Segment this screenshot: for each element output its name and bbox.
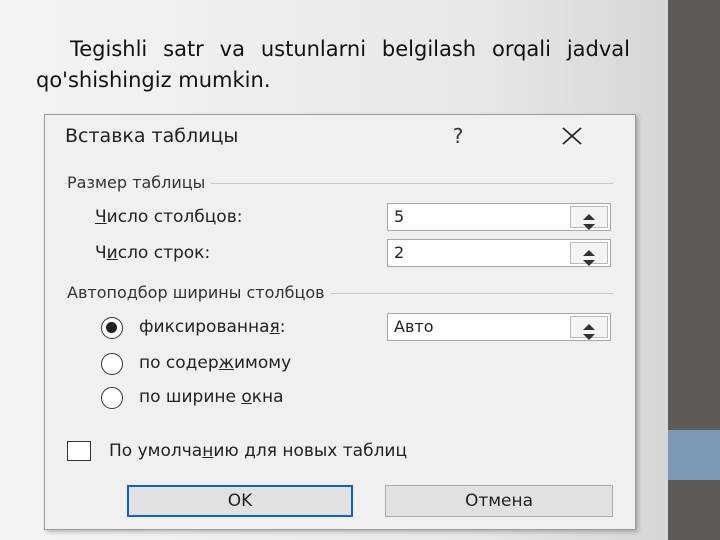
fixed-width-radio[interactable] <box>101 317 123 339</box>
fixed-width-spin-buttons <box>570 316 608 340</box>
columns-label: Число столбцов: <box>95 207 243 227</box>
arrow-down-icon <box>583 334 595 340</box>
rows-increase-button[interactable] <box>571 243 607 256</box>
cancel-button[interactable]: Отмена <box>385 485 613 517</box>
columns-increase-button[interactable] <box>571 207 607 220</box>
autofit-content-label: по содержимому <box>139 353 292 373</box>
fixed-width-stepper[interactable]: Авто <box>387 313 611 341</box>
fixed-width-value: Авто <box>394 317 434 336</box>
fixed-width-increase-button[interactable] <box>571 317 607 330</box>
default-for-new-tables-checkbox[interactable] <box>67 441 91 461</box>
columns-value: 5 <box>394 207 405 226</box>
arrow-down-icon <box>583 260 595 266</box>
help-button[interactable]: ? <box>445 121 471 151</box>
columns-decrease-button[interactable] <box>571 217 607 230</box>
autofit-content-radio[interactable] <box>101 353 123 375</box>
slide-caption: Tegishli satr va ustunlarni belgilash or… <box>36 37 630 92</box>
close-icon <box>562 127 582 145</box>
columns-stepper[interactable]: 5 <box>387 203 611 231</box>
arrow-down-icon <box>583 224 595 230</box>
rows-spin-buttons <box>570 242 608 266</box>
size-group-label: Размер таблицы <box>67 173 212 192</box>
ok-button[interactable]: OK <box>127 485 353 517</box>
columns-spin-buttons <box>570 206 608 230</box>
fixed-width-label: фиксированная: <box>139 317 286 337</box>
fixed-width-decrease-button[interactable] <box>571 327 607 340</box>
rows-decrease-button[interactable] <box>571 253 607 266</box>
autofit-window-label: по ширине окна <box>139 387 284 407</box>
close-button[interactable] <box>555 121 589 151</box>
default-for-new-tables-label: По умолчанию для новых таблиц <box>109 441 408 461</box>
insert-table-dialog: Вставка таблицы ? Размер таблицы Число с… <box>44 114 636 530</box>
dialog-title: Вставка таблицы <box>65 125 239 147</box>
autofit-group-label: Автоподбор ширины столбцов <box>67 283 331 302</box>
rows-label: Число строк: <box>95 243 211 263</box>
slide-side-accent <box>668 430 720 480</box>
autofit-window-radio[interactable] <box>101 387 123 409</box>
rows-stepper[interactable]: 2 <box>387 239 611 267</box>
rows-value: 2 <box>394 243 405 262</box>
